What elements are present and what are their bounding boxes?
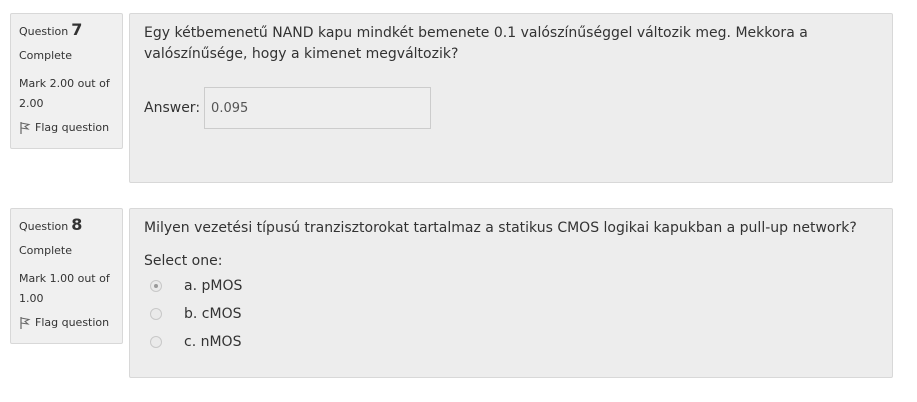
option-label: c. nMOS xyxy=(184,333,242,350)
option-label: b. cMOS xyxy=(184,305,242,322)
grade-line-2: 1.00 xyxy=(19,292,44,305)
radio-b[interactable] xyxy=(150,308,162,320)
flag-icon xyxy=(20,317,31,329)
question-number: 7 xyxy=(71,20,83,39)
flag-question-label: Flag question xyxy=(35,316,110,329)
radio-c[interactable] xyxy=(150,336,162,348)
question-number-line: Question 7 xyxy=(19,20,114,42)
question-label: Question xyxy=(19,220,69,233)
select-one-label: Select one: xyxy=(144,253,223,269)
question-text: Milyen vezetési típusú tranzisztorokat t… xyxy=(144,220,857,236)
option-label: a. pMOS xyxy=(184,277,243,294)
question-number: 8 xyxy=(71,215,83,234)
radio-a[interactable] xyxy=(150,280,162,292)
question-info-8: Question 8 Complete Mark 1.00 out of 1.00… xyxy=(10,208,123,344)
flag-question-button[interactable]: Flag question xyxy=(19,118,114,138)
question-label: Question xyxy=(19,25,69,38)
grade-line-2: 2.00 xyxy=(19,97,44,110)
question-grade: Mark 1.00 out of 1.00 xyxy=(19,269,114,309)
answer-row: Answer: xyxy=(144,87,878,129)
question-content-8: Milyen vezetési típusú tranzisztorokat t… xyxy=(129,208,893,378)
question-state: Complete xyxy=(19,244,73,257)
answer-option-a[interactable]: a. pMOS xyxy=(144,272,878,300)
question-info-7: Question 7 Complete Mark 2.00 out of 2.00… xyxy=(10,13,123,149)
answer-option-b[interactable]: b. cMOS xyxy=(144,300,878,328)
answer-label: Answer: xyxy=(144,99,201,116)
question-content-7: Egy kétbemenetű NAND kapu mindkét bemene… xyxy=(129,13,893,183)
flag-icon xyxy=(20,122,31,134)
question-text: Egy kétbemenetű NAND kapu mindkét bemene… xyxy=(144,25,808,62)
flag-question-button[interactable]: Flag question xyxy=(19,313,114,333)
answer-input[interactable] xyxy=(204,87,432,129)
grade-line-1: Mark 2.00 out of xyxy=(19,77,110,90)
question-number-line: Question 8 xyxy=(19,215,114,237)
flag-question-label: Flag question xyxy=(35,121,110,134)
question-grade: Mark 2.00 out of 2.00 xyxy=(19,74,114,114)
question-state: Complete xyxy=(19,49,73,62)
answer-option-c[interactable]: c. nMOS xyxy=(144,328,878,356)
grade-line-1: Mark 1.00 out of xyxy=(19,272,110,285)
